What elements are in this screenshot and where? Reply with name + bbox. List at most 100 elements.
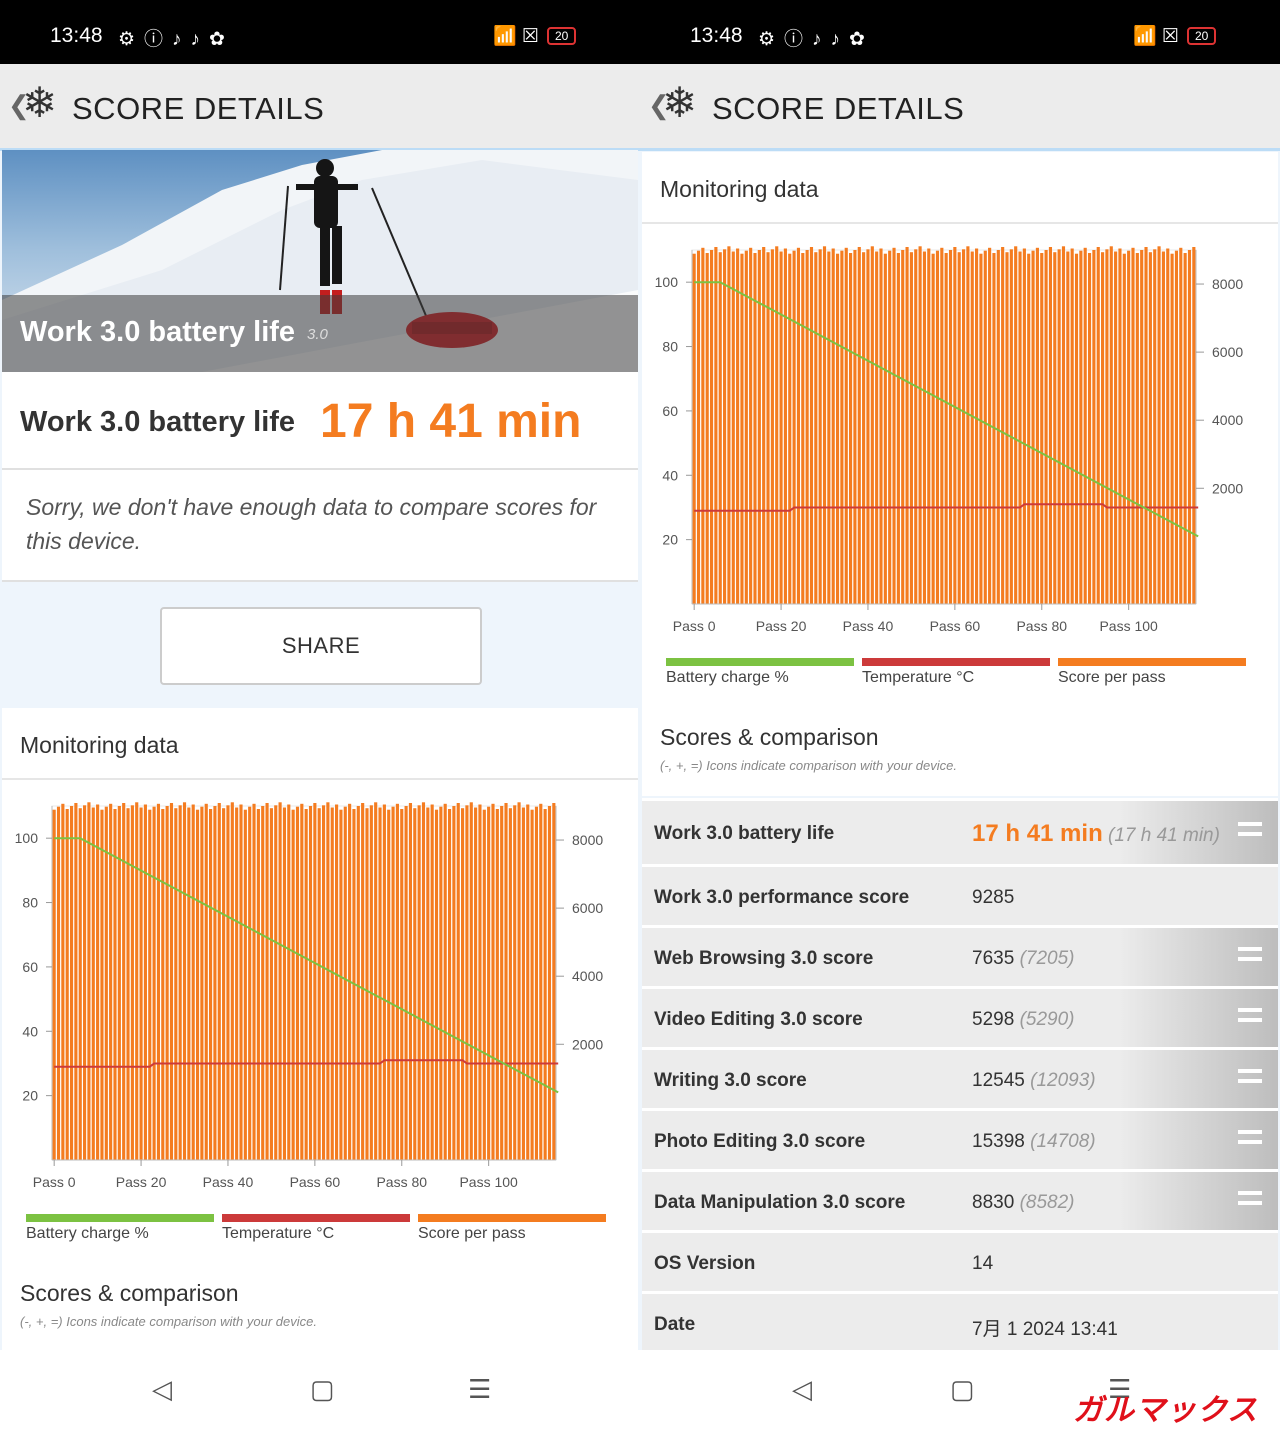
score-bar [701, 247, 705, 605]
equal-icon[interactable] [1238, 1008, 1262, 1022]
score-bar [766, 252, 770, 604]
score-bar [165, 806, 169, 1160]
score-bar [818, 249, 822, 605]
result-row[interactable]: Writing 3.0 score 12545 (12093) [642, 1047, 1278, 1111]
score-bar [1001, 247, 1005, 604]
score-bar [339, 809, 343, 1160]
score-bar [195, 809, 200, 1160]
score-bar [361, 803, 365, 1160]
y-left-tick-label: 80 [22, 895, 38, 911]
result-row[interactable]: Web Browsing 3.0 score 7635 (7205) [642, 925, 1278, 989]
score-bar [1187, 250, 1192, 604]
battery-icon: 20 [546, 27, 577, 45]
score-bar [723, 249, 727, 605]
legend-score-label: Score per pass [1058, 669, 1166, 686]
score-bar [178, 805, 182, 1160]
score-bar [161, 809, 165, 1160]
score-bar [278, 802, 282, 1160]
y-left-tick-label: 20 [22, 1088, 38, 1104]
nav-home-icon[interactable]: ▢ [310, 1374, 335, 1405]
score-bar [261, 806, 265, 1160]
score-bar [709, 250, 714, 604]
legend-battery-label: Battery charge % [666, 669, 789, 686]
score-bar [1057, 249, 1061, 605]
score-bar [875, 251, 879, 604]
result-label: Work 3.0 performance score [654, 887, 910, 908]
score-bar [74, 803, 78, 1160]
x-tick-label: Pass 80 [1016, 618, 1067, 634]
score-bar [753, 253, 757, 604]
score-bar [434, 809, 439, 1160]
y-right-tick-label: 2000 [1212, 480, 1243, 496]
nav-back-icon[interactable]: ◁ [152, 1374, 172, 1405]
score-bar [879, 248, 883, 604]
x-tick-label: Pass 0 [673, 618, 716, 634]
score-bar [417, 805, 421, 1160]
equal-icon[interactable] [1238, 1069, 1262, 1083]
score-bar [534, 806, 539, 1160]
legend-score-swatch [1058, 658, 1246, 666]
score-bar [1022, 248, 1026, 604]
result-row[interactable]: Video Editing 3.0 score 5298 (5290) [642, 986, 1278, 1050]
score-bar [100, 809, 104, 1160]
result-row[interactable]: Data Manipulation 3.0 score 8830 (8582) [642, 1169, 1278, 1233]
score-bar [382, 804, 386, 1160]
result-label: Photo Editing 3.0 score [654, 1131, 866, 1152]
score-bar [1048, 247, 1053, 604]
score-bar [975, 248, 979, 604]
score-bar [1118, 248, 1122, 604]
score-bar [391, 806, 395, 1160]
score-bar [69, 806, 74, 1160]
score-bar [1144, 247, 1148, 604]
nav-home-icon[interactable]: ▢ [950, 1374, 975, 1405]
equal-icon[interactable] [1238, 1130, 1262, 1144]
equal-icon[interactable] [1238, 1191, 1262, 1205]
result-row[interactable]: Photo Editing 3.0 score 15398 (14708) [642, 1108, 1278, 1172]
scores-comparison-note: (-, +, =) Icons indicate comparison with… [660, 758, 957, 773]
score-bar [1174, 250, 1179, 604]
monitoring-chart-panel: 20 40 60 80 100 2000 4000 6000 8000 Pass 0 Pass 20… [642, 224, 1278, 796]
result-label: OS Version [654, 1253, 756, 1274]
wifi-battery-icons: 📶 ☒ 20 [493, 24, 577, 48]
score-bar [91, 807, 95, 1160]
equal-icon[interactable] [1238, 822, 1262, 836]
score-bar [744, 250, 748, 604]
score-bar [239, 804, 243, 1160]
score-bar [883, 253, 887, 604]
y-left-tick-label: 20 [662, 532, 678, 548]
score-bar [922, 251, 927, 604]
result-value: 17 h 41 min [972, 820, 1103, 847]
legend-temperature: Temperature °C [862, 658, 1050, 687]
result-label: Date [654, 1314, 696, 1335]
score-bar [148, 809, 152, 1160]
score-bar [705, 253, 709, 604]
result-value-cell: 15398 (14708) [960, 1111, 1278, 1172]
score-bar [1066, 251, 1070, 604]
score-bar [213, 806, 217, 1160]
equal-icon[interactable] [1238, 947, 1262, 961]
score-bar [1166, 248, 1170, 604]
result-row[interactable]: Work 3.0 battery life 17 h 41 min (17 h 4… [642, 798, 1278, 867]
score-bar [274, 805, 278, 1160]
score-bar [844, 247, 848, 605]
share-button[interactable]: SHARE [160, 607, 482, 685]
legend-battery-swatch [26, 1214, 214, 1222]
score-bar [317, 808, 321, 1160]
score-bar [1027, 253, 1031, 604]
score-bar [866, 249, 870, 605]
nav-back-icon[interactable]: ◁ [792, 1374, 812, 1405]
y-left-tick-label: 40 [22, 1023, 38, 1039]
score-bar [714, 247, 718, 604]
x-tick-label: Pass 40 [843, 618, 894, 634]
score-bar [783, 248, 787, 604]
score-bar [740, 253, 744, 604]
score-bar [269, 808, 273, 1160]
score-bar [400, 809, 404, 1160]
score-bar [191, 804, 195, 1160]
score-bar [174, 808, 178, 1160]
score-value: 17 h 41 min [320, 395, 582, 448]
result-label: Web Browsing 3.0 score [654, 948, 874, 969]
nav-menu-icon[interactable]: ☰ [468, 1374, 491, 1405]
score-bar [1127, 250, 1131, 604]
result-label: Writing 3.0 score [654, 1070, 807, 1091]
